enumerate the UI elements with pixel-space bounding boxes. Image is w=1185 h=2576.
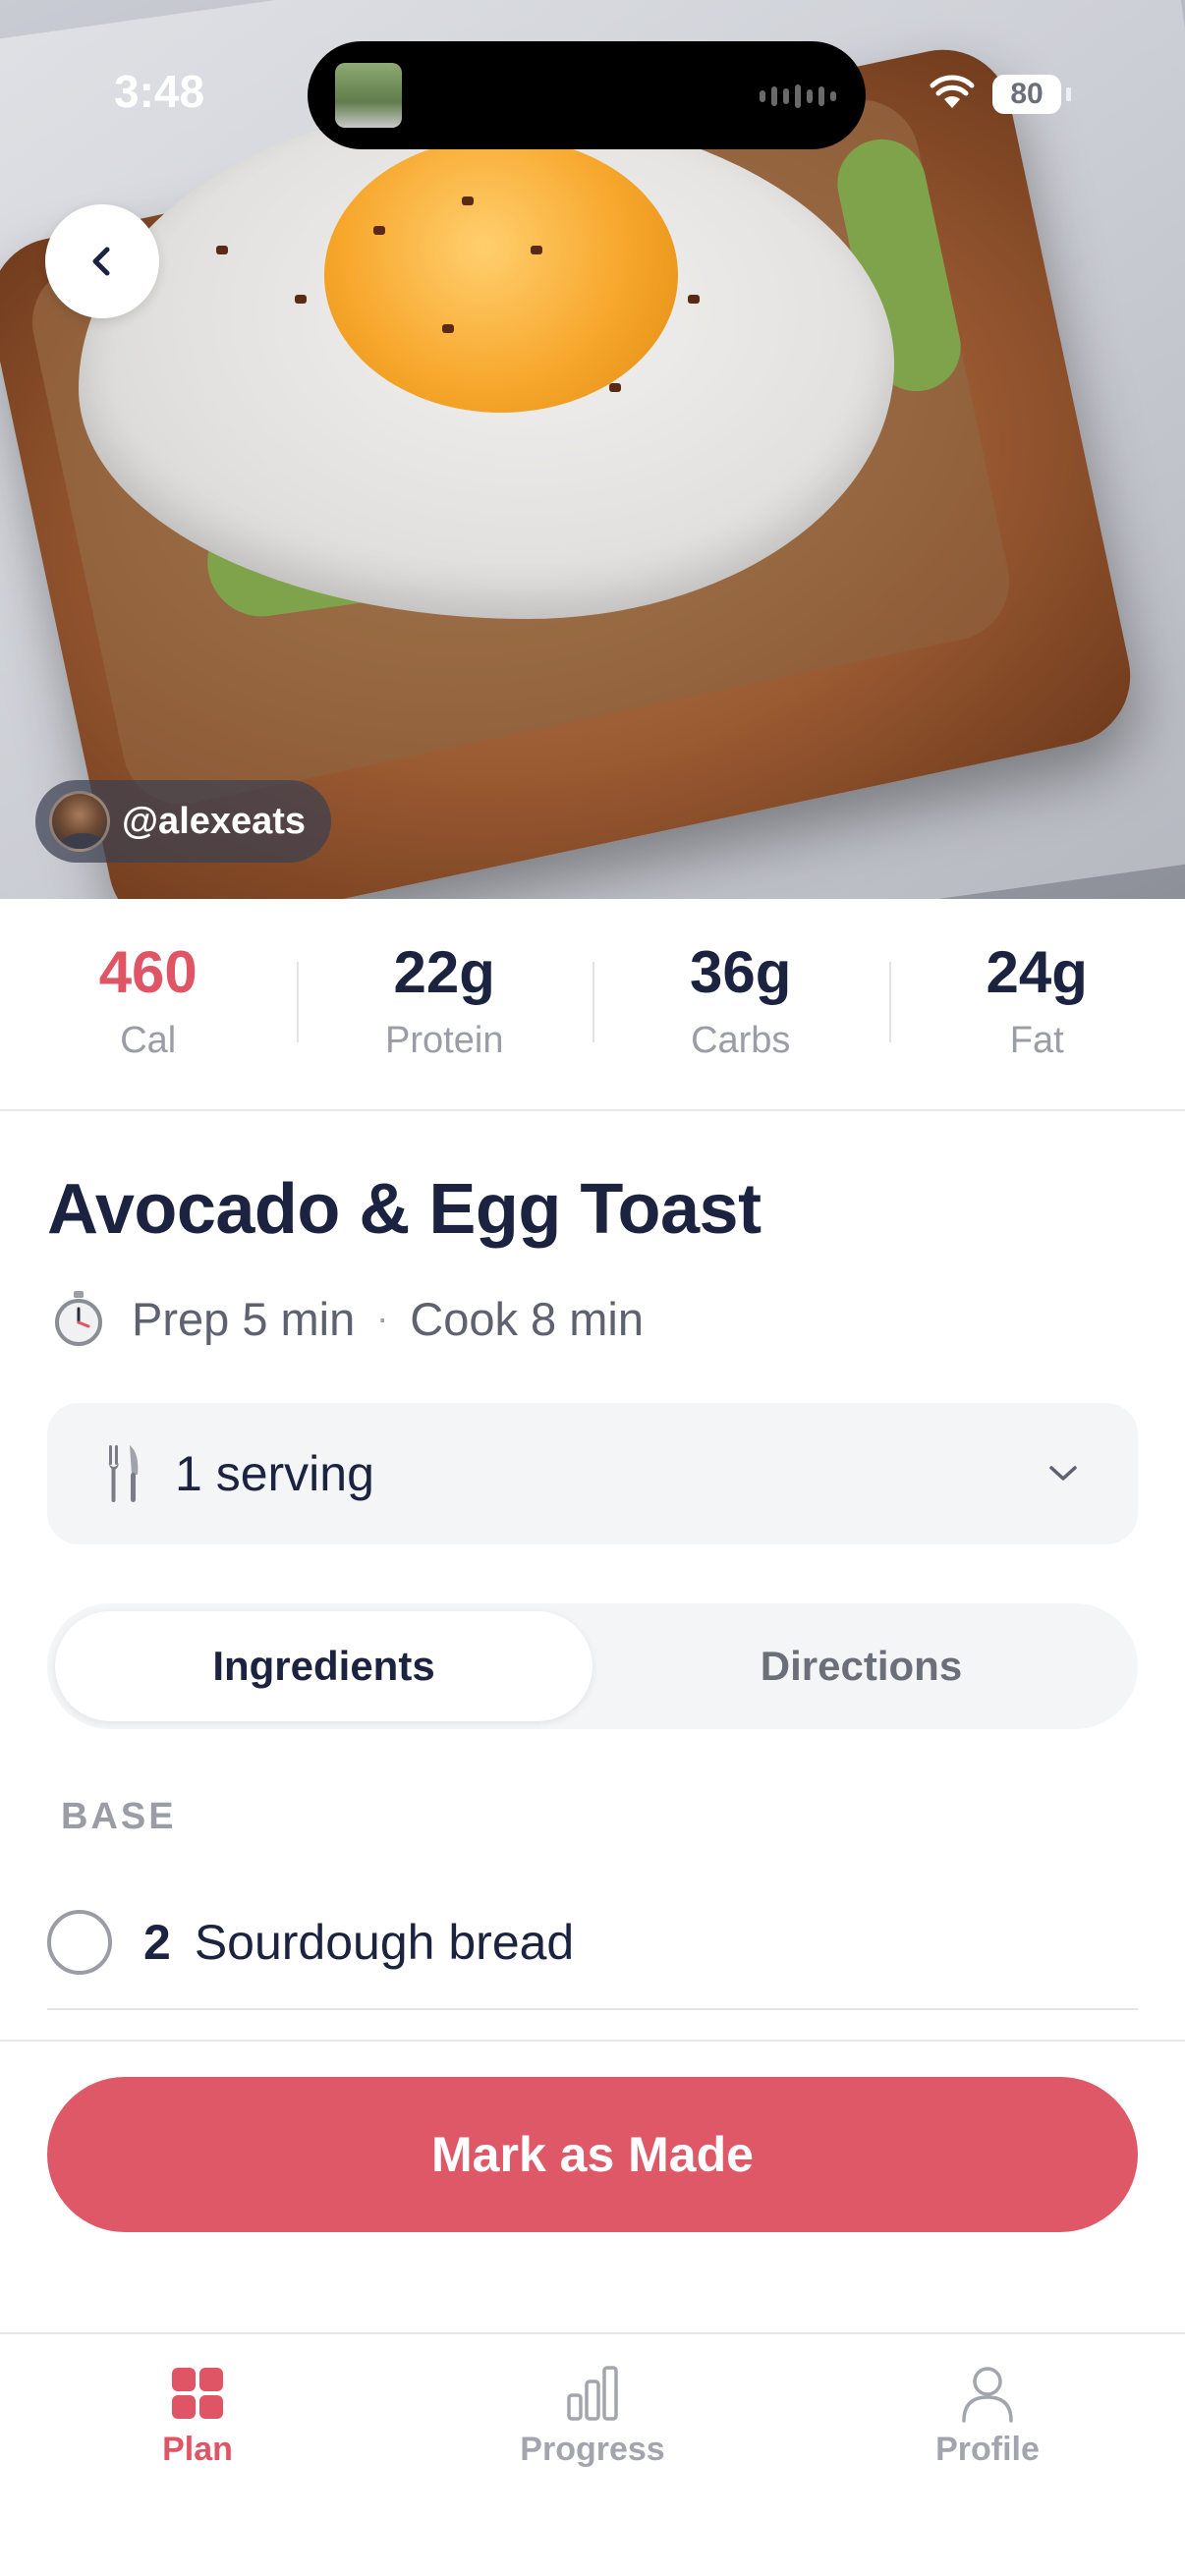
serving-label: 1 serving: [175, 1446, 374, 1501]
recipe-title: Avocado & Egg Toast: [47, 1170, 762, 1249]
pepper-flake: [373, 226, 385, 235]
ingredient-section-label: BASE: [61, 1796, 177, 1837]
chevron-left-icon: [92, 247, 110, 276]
bar-chart-icon: [567, 2366, 618, 2421]
bottom-navigation: Plan Progress Profile: [0, 2332, 1185, 2576]
pepper-flake: [216, 246, 228, 254]
nav-label: Profile: [935, 2431, 1040, 2468]
status-time: 3:48: [114, 66, 205, 117]
wifi-icon: [930, 75, 975, 108]
nav-item-profile[interactable]: Profile: [790, 2334, 1185, 2576]
nutrition-carbs: 36g Carbs: [592, 899, 889, 1109]
pepper-flake: [609, 383, 621, 392]
ingredient-name: Sourdough bread: [194, 1915, 575, 1970]
ingredient-row[interactable]: 2 Sourdough bread: [47, 1876, 1138, 2010]
cook-time: Cook 8 min: [410, 1292, 644, 1345]
tab-directions[interactable]: Directions: [592, 1611, 1130, 1721]
pepper-flake: [442, 324, 454, 333]
nutrition-value: 22g: [393, 939, 495, 1005]
fork-knife-icon: [108, 1445, 139, 1502]
divider: [0, 2040, 1185, 2042]
prep-time: Prep 5 min: [132, 1292, 356, 1345]
back-button[interactable]: [45, 204, 159, 318]
nutrition-label: Fat: [1009, 1020, 1064, 1061]
nav-item-progress[interactable]: Progress: [395, 2334, 790, 2576]
nutrition-value: 36g: [690, 939, 792, 1005]
battery-level: 80: [1010, 78, 1044, 110]
creator-handle: @alexeats: [122, 800, 307, 842]
person-icon: [962, 2367, 1013, 2423]
recipe-tabs: Ingredients Directions: [47, 1603, 1138, 1729]
tab-ingredients[interactable]: Ingredients: [55, 1611, 592, 1721]
nutrition-calories: 460 Cal: [0, 899, 297, 1109]
nutrition-protein: 22g Protein: [296, 899, 593, 1109]
nutrition-summary: 460 Cal 22g Protein 36g Carbs 24g Fat: [0, 899, 1185, 1111]
nutrition-label: Cal: [120, 1020, 177, 1061]
creator-badge[interactable]: @alexeats: [35, 780, 332, 863]
chevron-down-icon: [1049, 1466, 1077, 1481]
meta-separator: ·: [376, 1298, 389, 1338]
serving-selector[interactable]: 1 serving: [47, 1403, 1138, 1544]
mark-as-made-button[interactable]: Mark as Made: [47, 2077, 1138, 2232]
battery-icon: 80: [992, 75, 1071, 114]
creator-avatar: [49, 791, 110, 852]
nutrition-value: 460: [98, 939, 198, 1005]
nutrition-label: Carbs: [691, 1020, 791, 1061]
stopwatch-icon: [55, 1291, 102, 1346]
egg-yolk: [324, 138, 678, 413]
pepper-flake: [462, 196, 474, 205]
nav-item-plan[interactable]: Plan: [0, 2334, 395, 2576]
now-playing-thumbnail: [335, 63, 402, 128]
dynamic-island: [308, 41, 866, 149]
audio-wave-icon: [760, 84, 836, 108]
nav-label: Plan: [162, 2431, 233, 2468]
nutrition-label: Protein: [385, 1020, 504, 1061]
grid-icon: [172, 2368, 223, 2419]
nav-label: Progress: [520, 2431, 665, 2468]
recipe-time-meta: Prep 5 min · Cook 8 min: [49, 1289, 644, 1348]
nutrition-fat: 24g Fat: [888, 899, 1185, 1109]
ingredient-checkbox[interactable]: [47, 1910, 112, 1975]
pepper-flake: [531, 246, 542, 254]
ingredient-quantity: 2: [143, 1915, 171, 1970]
nutrition-value: 24g: [986, 939, 1088, 1005]
pepper-flake: [688, 295, 700, 304]
pepper-flake: [295, 295, 307, 304]
